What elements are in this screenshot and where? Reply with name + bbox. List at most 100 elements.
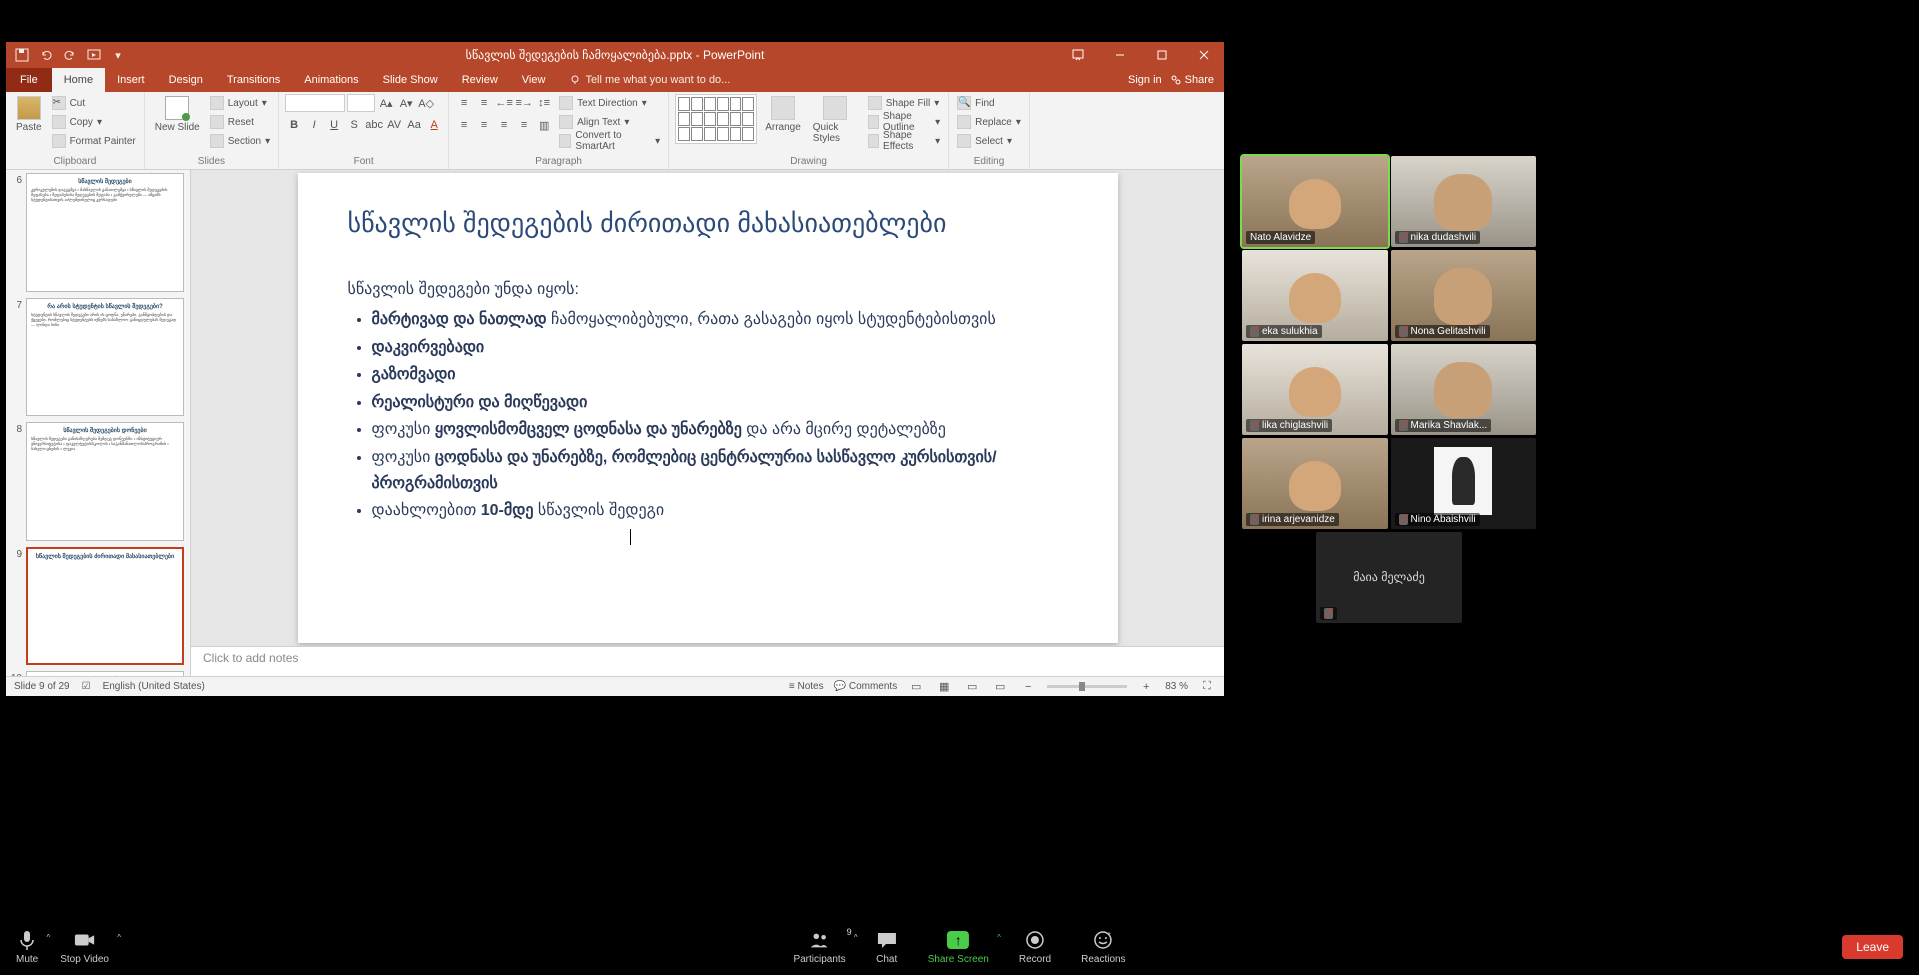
chevron-up-icon[interactable]: ^ bbox=[854, 933, 858, 942]
cut-button[interactable]: ✂Cut bbox=[50, 94, 138, 112]
quick-styles-button[interactable]: Quick Styles bbox=[809, 94, 862, 146]
chevron-up-icon[interactable]: ^ bbox=[46, 933, 50, 942]
shapes-gallery[interactable] bbox=[675, 94, 757, 144]
tab-slideshow[interactable]: Slide Show bbox=[371, 68, 450, 92]
participant-tile[interactable]: nika dudashvili bbox=[1391, 156, 1537, 247]
shape-fill-button[interactable]: Shape Fill ▾ bbox=[866, 94, 942, 112]
paste-button[interactable]: Paste bbox=[12, 94, 46, 135]
slide-intro[interactable]: სწავლის შედეგები უნდა იყოს: bbox=[348, 279, 1068, 299]
share-button[interactable]: Share bbox=[1170, 74, 1214, 86]
participant-tile[interactable]: Marika Shavlak... bbox=[1391, 344, 1537, 435]
shape-outline-button[interactable]: Shape Outline ▾ bbox=[866, 113, 942, 131]
find-button[interactable]: 🔍Find bbox=[955, 94, 1023, 112]
slide-counter[interactable]: Slide 9 of 29 bbox=[14, 681, 70, 692]
char-spacing-icon[interactable]: AV bbox=[385, 116, 403, 134]
thumbnail[interactable]: სწავლის შედეგები კურიკულუმის დაგეგმვა • … bbox=[26, 173, 184, 292]
participant-tile[interactable]: Nona Gelitashvili bbox=[1391, 250, 1537, 341]
reading-view-icon[interactable]: ▭ bbox=[963, 678, 981, 696]
fit-window-icon[interactable]: ⛶ bbox=[1198, 678, 1216, 696]
font-size-select[interactable] bbox=[347, 94, 375, 112]
zoom-out-icon[interactable]: − bbox=[1019, 678, 1037, 696]
slide-bullet[interactable]: ფოკუსი ყოვლისმომცველ ცოდნასა და უნარებზე… bbox=[372, 417, 1068, 443]
align-text-button[interactable]: Align Text ▾ bbox=[557, 113, 662, 131]
grow-font-icon[interactable]: A▴ bbox=[377, 94, 395, 112]
close-icon[interactable] bbox=[1184, 42, 1224, 68]
reset-button[interactable]: Reset bbox=[208, 113, 272, 131]
thumbnail[interactable]: სწავლის შედეგების დონეები სწავლის შედეგე… bbox=[26, 422, 184, 541]
thumbnail-row[interactable]: 7 რა არის სტუდენტის სწავლის შედეგები? სტ… bbox=[6, 295, 190, 420]
participant-tile[interactable]: lika chiglashvili bbox=[1242, 344, 1388, 435]
justify-icon[interactable]: ≡ bbox=[515, 116, 533, 134]
thumbnail-row[interactable]: 9 სწავლის შედეგების ძირითადი მახასიათებლ… bbox=[6, 544, 190, 669]
ribbon-options-icon[interactable] bbox=[1058, 42, 1098, 68]
change-case-icon[interactable]: Aa bbox=[405, 116, 423, 134]
leave-button[interactable]: Leave bbox=[1842, 935, 1903, 959]
slide-bullet[interactable]: რეალისტური და მიღწევადი bbox=[372, 390, 1068, 416]
tab-home[interactable]: Home bbox=[52, 68, 105, 92]
redo-icon[interactable] bbox=[62, 47, 78, 63]
thumbnail[interactable]: რა არის სტუდენტის სწავლის შედეგები? სტუდ… bbox=[26, 298, 184, 417]
tab-view[interactable]: View bbox=[510, 68, 558, 92]
tab-animations[interactable]: Animations bbox=[292, 68, 370, 92]
chevron-up-icon[interactable]: ^ bbox=[997, 933, 1001, 942]
underline-icon[interactable]: U bbox=[325, 116, 343, 134]
zoom-slider[interactable] bbox=[1047, 685, 1127, 688]
notes-toggle[interactable]: ≡ Notes bbox=[789, 681, 824, 692]
qat-more-icon[interactable]: ▾ bbox=[110, 47, 126, 63]
thumbnail[interactable]: სწავლის შედეგების ძირითადი მახასიათებლებ… bbox=[26, 547, 184, 666]
participant-tile[interactable]: Nino Abaishvili bbox=[1391, 438, 1537, 529]
tab-design[interactable]: Design bbox=[157, 68, 215, 92]
shadow-icon[interactable]: abc bbox=[365, 116, 383, 134]
numbering-icon[interactable]: ≡ bbox=[475, 94, 493, 112]
align-right-icon[interactable]: ≡ bbox=[495, 116, 513, 134]
bullets-icon[interactable]: ≡ bbox=[455, 94, 473, 112]
select-button[interactable]: Select ▾ bbox=[955, 132, 1023, 150]
comments-toggle[interactable]: 💬 Comments bbox=[834, 681, 898, 692]
reactions-button[interactable]: + Reactions bbox=[1081, 929, 1125, 965]
thumbnail-panel[interactable]: 6 სწავლის შედეგები კურიკულუმის დაგეგმვა … bbox=[6, 170, 191, 676]
arrange-button[interactable]: Arrange bbox=[761, 94, 805, 135]
tab-insert[interactable]: Insert bbox=[105, 68, 157, 92]
tab-file[interactable]: File bbox=[6, 68, 52, 92]
minimize-icon[interactable] bbox=[1100, 42, 1140, 68]
normal-view-icon[interactable]: ▭ bbox=[907, 678, 925, 696]
thumbnail-row[interactable]: 6 სწავლის შედეგები კურიკულუმის დაგეგმვა … bbox=[6, 170, 190, 295]
slide-title[interactable]: სწავლის შედეგების ძირითადი მახასიათებლებ… bbox=[348, 208, 1068, 239]
spellcheck-icon[interactable]: ☑ bbox=[82, 681, 91, 692]
save-icon[interactable] bbox=[14, 47, 30, 63]
line-spacing-icon[interactable]: ↕≡ bbox=[535, 94, 553, 112]
zoom-level[interactable]: 83 % bbox=[1165, 681, 1188, 692]
section-button[interactable]: Section ▾ bbox=[208, 132, 272, 150]
slide-bullet[interactable]: დაკვირვებადი bbox=[372, 335, 1068, 361]
undo-icon[interactable] bbox=[38, 47, 54, 63]
thumbnail-row[interactable]: 8 სწავლის შედეგების დონეები სწავლის შედე… bbox=[6, 419, 190, 544]
align-left-icon[interactable]: ≡ bbox=[455, 116, 473, 134]
slide[interactable]: სწავლის შედეგების ძირითადი მახასიათებლებ… bbox=[298, 173, 1118, 643]
participant-tile[interactable]: eka sulukhia bbox=[1242, 250, 1388, 341]
new-slide-button[interactable]: New Slide bbox=[151, 94, 204, 135]
participant-tile-no-video[interactable]: მაია მელაძე bbox=[1316, 532, 1462, 623]
participant-tile[interactable]: Nato Alavidze bbox=[1242, 156, 1388, 247]
strike-icon[interactable]: S bbox=[345, 116, 363, 134]
stop-video-button[interactable]: Stop Video ^ bbox=[60, 929, 109, 965]
convert-smartart-button[interactable]: Convert to SmartArt ▾ bbox=[557, 132, 662, 150]
language-status[interactable]: English (United States) bbox=[103, 681, 205, 692]
bold-icon[interactable]: B bbox=[285, 116, 303, 134]
dec-indent-icon[interactable]: ←≡ bbox=[495, 94, 513, 112]
inc-indent-icon[interactable]: ≡→ bbox=[515, 94, 533, 112]
shape-effects-button[interactable]: Shape Effects ▾ bbox=[866, 132, 942, 150]
thumbnail[interactable]: სწავლის შედეგების დაწერის ფორმულა bbox=[26, 671, 184, 676]
slide-bullet[interactable]: დაახლოებით 10-მდე სწავლის შედეგი bbox=[372, 498, 1068, 524]
slide-bullet[interactable]: მარტივად და ნათლად ჩამოყალიბებული, რათა … bbox=[372, 307, 1068, 333]
slide-bullets[interactable]: მარტივად და ნათლად ჩამოყალიბებული, რათა … bbox=[348, 307, 1068, 524]
zoom-in-icon[interactable]: + bbox=[1137, 678, 1155, 696]
mute-button[interactable]: Mute ^ bbox=[16, 929, 38, 965]
share-screen-button[interactable]: ↑ Share Screen ^ bbox=[928, 929, 989, 965]
format-painter-button[interactable]: Format Painter bbox=[50, 132, 138, 150]
slide-bullet[interactable]: ფოკუსი ცოდნასა და უნარებზე, რომლებიც ცენ… bbox=[372, 445, 1068, 496]
text-direction-button[interactable]: Text Direction ▾ bbox=[557, 94, 662, 112]
participant-tile[interactable]: irina arjevanidze bbox=[1242, 438, 1388, 529]
shrink-font-icon[interactable]: A▾ bbox=[397, 94, 415, 112]
tab-transitions[interactable]: Transitions bbox=[215, 68, 292, 92]
signin-link[interactable]: Sign in bbox=[1128, 74, 1162, 86]
